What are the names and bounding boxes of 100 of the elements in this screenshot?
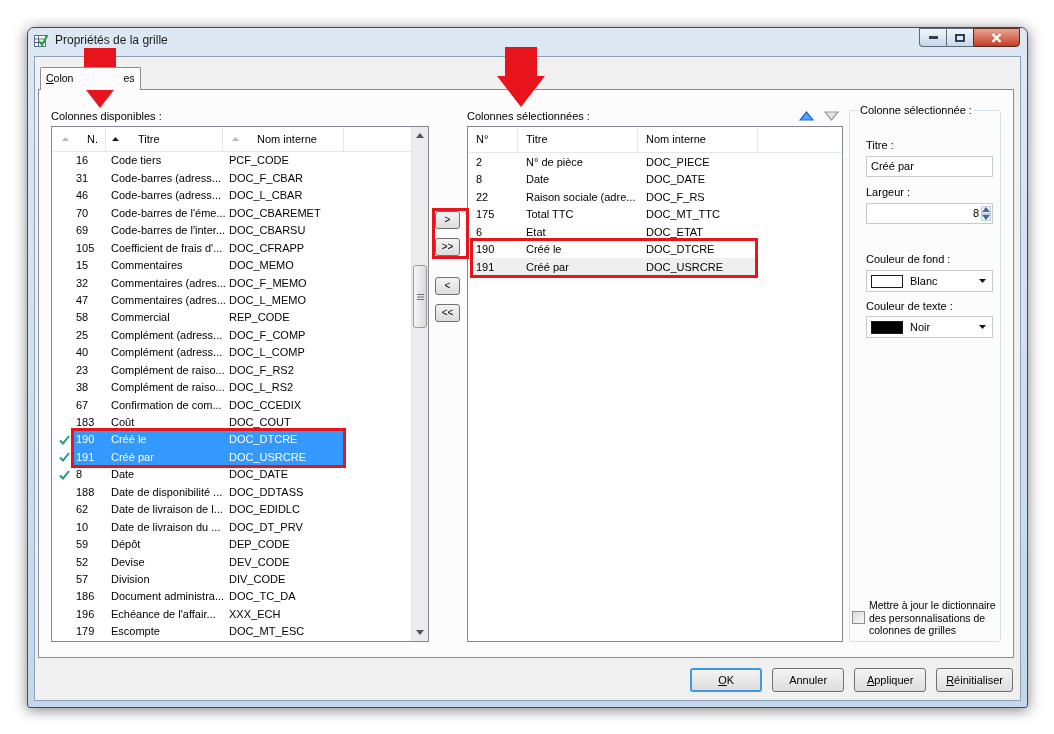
internal-name: DOC_CFRAPP <box>228 240 306 256</box>
dialog-button[interactable]: Appliquer <box>854 668 927 692</box>
list-row[interactable]: 6 Etat DOC_ETAT <box>472 223 755 241</box>
list-row[interactable]: 16 Code tiers PCF_CODE <box>73 152 344 170</box>
column-title: Total TTC <box>525 207 575 222</box>
column-title: Confirmation de com... <box>110 397 223 413</box>
spin-down-button[interactable] <box>981 213 991 221</box>
internal-name: DOC_F_RS2 <box>228 362 295 378</box>
column-title: Coefficient de frais d'... <box>110 240 223 256</box>
row-number: 105 <box>75 240 96 256</box>
list-row[interactable]: 175 Total TTC DOC_MT_TTC <box>472 205 755 223</box>
list-row[interactable]: 22 Raison sociale (adre... DOC_F_RS <box>472 188 755 206</box>
list-row[interactable]: 70 Code-barres de l'éme... DOC_CBAREMET <box>73 204 344 222</box>
column-title: Commentaires (adres... <box>110 292 223 308</box>
column-header[interactable]: Nom interne <box>223 127 344 151</box>
up-triangle-icon[interactable] <box>799 111 814 121</box>
maximize-button[interactable] <box>946 28 973 47</box>
column-title: Complément (adress... <box>110 327 223 343</box>
internal-name: DOC_ETAT <box>645 224 705 240</box>
list-row[interactable]: 15 Commentaires DOC_MEMO <box>73 256 344 275</box>
row-number: 59 <box>75 537 90 553</box>
column-title: Code-barres (adress... <box>110 188 223 204</box>
column-title: Code-barres (adress... <box>110 170 223 186</box>
list-row[interactable]: 32 Commentaires (adres... DOC_F_MEMO <box>73 274 344 292</box>
list-row[interactable]: 8 Date DOC_DATE <box>472 170 755 188</box>
field-label: Titre : <box>866 138 895 152</box>
list-row[interactable]: 179 Escompte DOC_MT_ESC <box>73 622 344 641</box>
column-title: Escompte <box>110 624 161 640</box>
list-row[interactable]: 191 Créé par DOC_USRCRE <box>472 258 755 276</box>
minimize-button[interactable] <box>919 28 946 47</box>
list-row[interactable]: 67 Confirmation de com... DOC_CCEDIX <box>73 396 344 414</box>
grip-icon <box>416 293 424 300</box>
title-input[interactable]: Créé par <box>866 156 993 177</box>
list-row[interactable]: 40 Complément (adress... DOC_L_COMP <box>73 343 344 362</box>
dialog-button[interactable]: Annuler <box>772 668 845 692</box>
column-header[interactable]: N. <box>52 127 106 151</box>
width-spin-field[interactable]: 8 <box>866 203 993 224</box>
row-number: 69 <box>75 223 90 239</box>
internal-name: DOC_F_MEMO <box>228 275 308 291</box>
column-title: Coût <box>110 415 136 431</box>
list-row[interactable]: 69 Code-barres de l'inter... DOC_CBARSU <box>73 221 344 240</box>
color-dropdown[interactable]: Blanc <box>866 270 993 292</box>
column-title: Date de disponibilité ... <box>110 484 223 500</box>
column-header[interactable]: N° <box>468 127 518 152</box>
list-row[interactable]: 52 Devise DEV_CODE <box>73 553 344 571</box>
up-arrow-icon <box>416 133 424 138</box>
column-title: Date <box>525 172 551 187</box>
tab[interactable]: Colon es <box>40 67 141 90</box>
row-number: 10 <box>75 519 90 535</box>
column-title: Commentaires <box>110 258 184 274</box>
checkbox[interactable] <box>852 611 865 625</box>
list-row[interactable]: 8 Date DOC_DATE <box>73 465 344 484</box>
internal-name: DEP_CODE <box>228 537 291 553</box>
list-row[interactable]: 190 Créé le DOC_DTCRE <box>472 240 755 258</box>
list-row[interactable]: 105 Coefficient de frais d'... DOC_CFRAPP <box>73 239 344 257</box>
column-title: Créé le <box>525 242 563 257</box>
color-dropdown[interactable]: Noir <box>866 316 993 338</box>
dialog-button[interactable]: OK <box>690 668 763 692</box>
transfer-button[interactable]: < <box>435 277 460 295</box>
up-arrow-icon <box>982 207 990 213</box>
list-row[interactable]: 196 Echéance de l'affair... XXX_ECH <box>73 605 344 623</box>
internal-name: DOC_DTCRE <box>645 242 716 257</box>
row-number: 46 <box>75 188 90 204</box>
internal-name: DOC_USRCRE <box>228 449 307 465</box>
list-label: Colonnes sélectionnées : <box>467 109 590 123</box>
list-row[interactable]: 2 N° de pièce DOC_PIECE <box>472 153 755 171</box>
row-number: 190 <box>475 242 496 257</box>
list-row[interactable]: 183 Coût DOC_COUT <box>73 413 344 431</box>
column-header[interactable]: Titre <box>518 127 638 152</box>
column-title: Dépôt <box>110 537 142 553</box>
list-row[interactable]: 47 Commentaires (adres... DOC_L_MEMO <box>73 291 344 309</box>
list-row[interactable]: 186 Document administra... DOC_TC_DA <box>73 587 344 606</box>
close-button[interactable] <box>973 28 1020 47</box>
column-title: Raison sociale (adre... <box>525 189 637 205</box>
transfer-button[interactable]: > <box>435 211 460 229</box>
list-row[interactable]: 25 Complément (adress... DOC_F_COMP <box>73 326 344 344</box>
list-row[interactable]: 58 Commercial REP_CODE <box>73 308 344 327</box>
row-number: 31 <box>75 170 90 186</box>
caret-icon <box>979 325 986 329</box>
internal-name: DOC_DT_PRV <box>228 519 304 535</box>
dialog-button[interactable]: Réinitialiser <box>936 668 1013 692</box>
column-header[interactable]: Nom interne <box>638 127 758 152</box>
list-row[interactable]: 23 Complément de raiso... DOC_F_RS2 <box>73 361 344 379</box>
internal-name: DOC_L_CBAR <box>228 188 304 204</box>
column-header[interactable]: Titre <box>106 127 223 151</box>
transfer-button[interactable]: << <box>435 304 460 322</box>
list-row[interactable]: 38 Complément de raiso... DOC_L_RS2 <box>73 378 344 397</box>
list-row[interactable]: 57 Division DIV_CODE <box>73 570 344 588</box>
transfer-button[interactable]: >> <box>435 238 460 256</box>
row-number: 40 <box>75 345 90 361</box>
list-row[interactable]: 59 Dépôt DEP_CODE <box>73 535 344 554</box>
spin-up-button[interactable] <box>981 206 991 214</box>
row-number: 8 <box>75 467 84 483</box>
list-row[interactable]: 188 Date de disponibilité ... DOC_DDTASS <box>73 483 344 501</box>
list-row[interactable]: 46 Code-barres (adress... DOC_L_CBAR <box>73 186 344 205</box>
list-row[interactable]: 10 Date de livraison du ... DOC_DT_PRV <box>73 518 344 536</box>
list-row[interactable]: 62 Date de livraison de l... DOC_EDIDLC <box>73 500 344 519</box>
scroll-thumb[interactable] <box>413 265 427 328</box>
list-row[interactable]: 31 Code-barres (adress... DOC_F_CBAR <box>73 169 344 187</box>
internal-name: DOC_MEMO <box>228 258 295 274</box>
